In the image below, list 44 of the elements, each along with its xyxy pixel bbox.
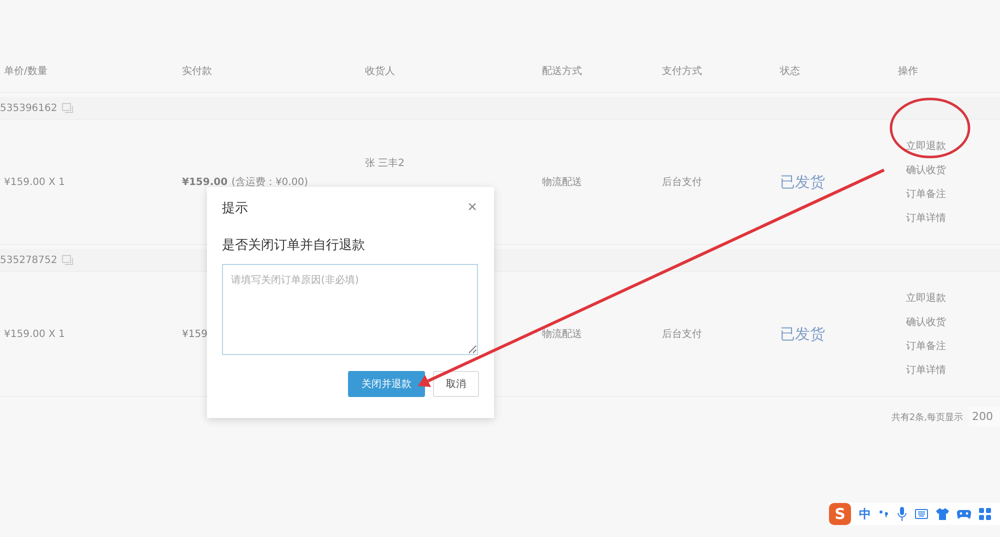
column-header: 操作 <box>897 65 919 78</box>
pagination-summary: 共有2条,每页显示 <box>891 412 963 424</box>
paid-amount: ¥159.00 <box>182 177 228 188</box>
action-link[interactable]: 订单详情 <box>906 211 1000 225</box>
table-cell-text: ¥159.00 X 1 <box>3 176 66 188</box>
ime-logo: S <box>829 503 851 525</box>
action-link[interactable]: 订单详情 <box>906 363 1000 377</box>
order-number: 535278752 <box>0 254 58 266</box>
shirt-icon[interactable] <box>936 508 949 520</box>
close-button[interactable]: × <box>466 200 479 216</box>
action-link[interactable]: 订单备注 <box>906 187 1000 201</box>
action-link[interactable]: 订单备注 <box>906 339 1000 353</box>
dialog-title: 提示 <box>222 200 248 217</box>
status-text: 已发货 <box>779 324 826 344</box>
reason-field[interactable]: 请填写关闭订单原因(非必填) <box>222 264 478 355</box>
grid-icon[interactable] <box>979 508 991 520</box>
paid-amount: ¥159 <box>182 328 208 340</box>
action-link[interactable]: 确认收货 <box>906 315 1000 329</box>
gamepad-icon[interactable] <box>957 508 971 520</box>
table-cell-text: 物流配送 <box>541 328 583 341</box>
table-cell-text: 物流配送 <box>541 176 583 189</box>
action-link[interactable]: 立即退款 <box>906 291 1000 305</box>
dialog-message: 是否关闭订单并自行退款 <box>222 237 366 254</box>
action-link[interactable]: 确认收货 <box>906 163 1000 177</box>
receiver-name: 张 三丰2 <box>365 158 405 169</box>
order-number: 535396162 <box>0 102 58 114</box>
table-cell-text: ¥159.00 X 1 <box>3 328 66 340</box>
microphone-icon[interactable] <box>897 507 907 521</box>
status-text: 已发货 <box>779 172 826 192</box>
column-header: 单价/数量 <box>3 64 48 78</box>
keyboard-icon[interactable] <box>915 509 928 519</box>
shipping-note: (含运费：¥0.00) <box>232 177 308 188</box>
column-header: 收货人 <box>364 65 396 78</box>
column-header: 状态 <box>779 64 801 78</box>
column-header: 配送方式 <box>541 64 583 78</box>
column-header: 实付款 <box>181 64 213 78</box>
cancel-button[interactable]: 取消 <box>433 371 479 397</box>
punctuation-icon[interactable] <box>879 508 889 520</box>
table-cell-text: 后台支付 <box>661 328 703 341</box>
action-link[interactable]: 立即退款 <box>906 139 1000 153</box>
table-cell-text: 后台支付 <box>661 176 703 189</box>
confirm-button[interactable]: 关闭并退款 <box>348 371 425 397</box>
input-mode-toggle[interactable]: 中 <box>859 506 871 522</box>
column-header: 支付方式 <box>661 64 703 78</box>
